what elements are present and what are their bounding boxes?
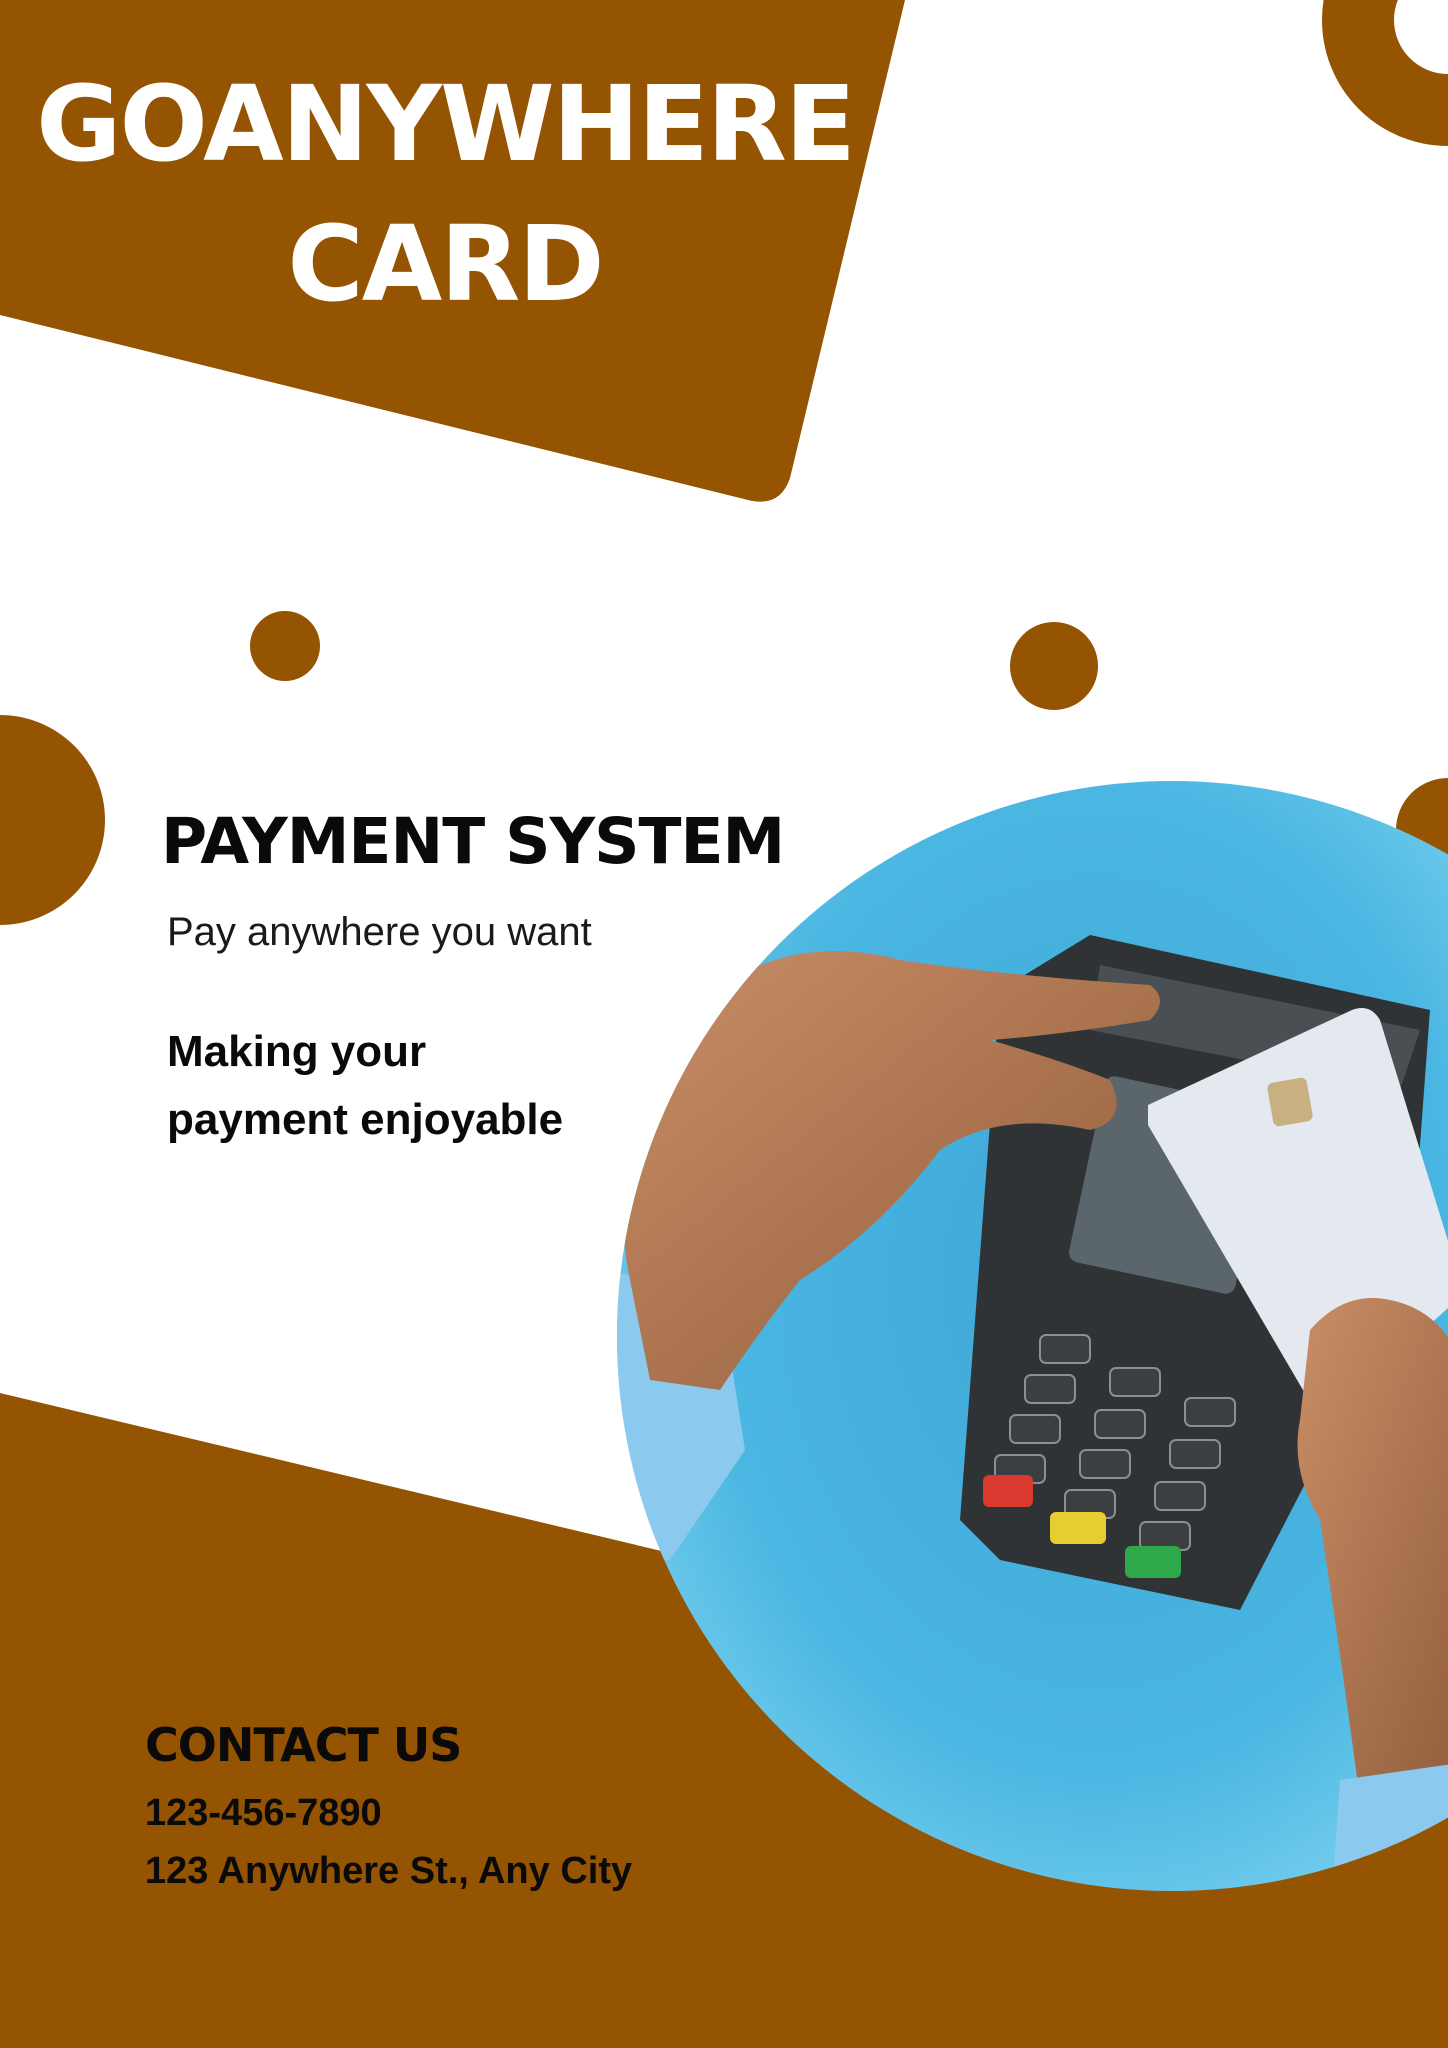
- brand-title-line-2: CARD: [287, 203, 604, 325]
- subheading: Pay anywhere you want: [167, 910, 592, 954]
- contact-title: CONTACT US: [145, 1718, 462, 1772]
- tagline-line-1: Making your: [167, 1027, 427, 1076]
- brand-title-line-1: GOANYWHERE: [36, 63, 856, 185]
- contact-address: 123 Anywhere St., Any City: [145, 1850, 633, 1892]
- right-sleeve: [1330, 1760, 1448, 1891]
- tagline-line-2: payment enjoyable: [167, 1095, 564, 1144]
- section-heading: PAYMENT SYSTEM: [161, 805, 785, 878]
- contact-phone: 123-456-7890: [145, 1792, 382, 1834]
